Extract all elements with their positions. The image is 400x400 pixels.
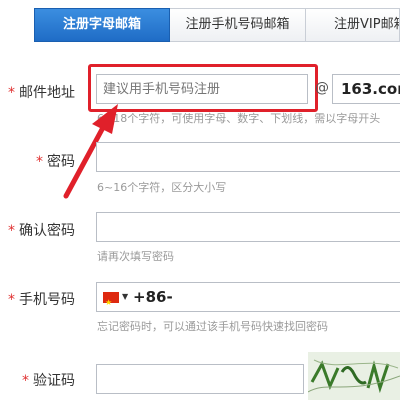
china-flag-icon[interactable]: ★ xyxy=(103,292,119,307)
captcha-label: * 验证码 xyxy=(22,370,75,390)
required-mark: * xyxy=(22,373,29,389)
captcha-image[interactable] xyxy=(308,352,400,400)
required-mark: * xyxy=(36,154,43,170)
phone-label: * 手机号码 xyxy=(8,289,75,309)
confirm-password-input[interactable] xyxy=(96,212,400,242)
required-mark: * xyxy=(8,223,15,239)
password-label-text: 密码 xyxy=(47,154,75,170)
phone-label-text: 手机号码 xyxy=(19,292,75,308)
arrow-head xyxy=(92,104,118,134)
phone-input[interactable]: ★ ▼ +86- xyxy=(96,282,400,312)
chevron-down-icon[interactable]: ▼ xyxy=(122,283,128,311)
phone-hint: 忘记密码时，可以通过该手机号码快速找回密码 xyxy=(97,320,328,333)
arrow-annotation xyxy=(63,104,118,199)
country-code: +86- xyxy=(133,288,173,306)
password-label: * 密码 xyxy=(36,151,75,171)
confirm-password-label: * 确认密码 xyxy=(8,220,75,240)
required-mark: * xyxy=(8,292,15,308)
password-input[interactable] xyxy=(96,142,400,172)
captcha-noise xyxy=(308,359,400,394)
confirm-password-label-text: 确认密码 xyxy=(19,223,75,239)
captcha-label-text: 验证码 xyxy=(33,373,75,389)
password-hint: 6~16个字符，区分大小写 xyxy=(97,181,227,194)
captcha-input[interactable] xyxy=(96,364,304,394)
confirm-password-hint: 请再次填写密码 xyxy=(97,250,174,263)
